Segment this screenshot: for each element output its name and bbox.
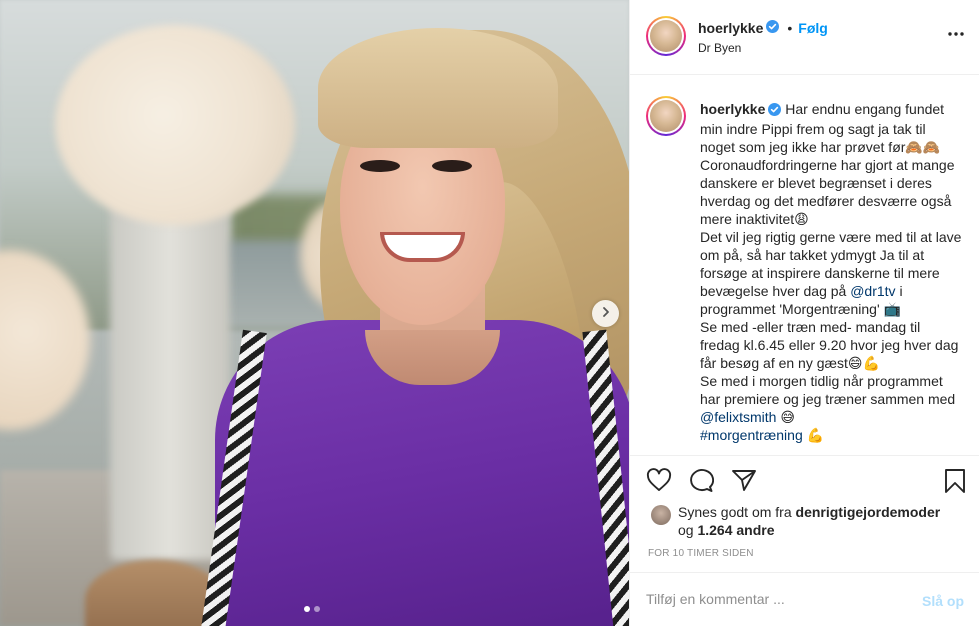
liker-avatar[interactable] <box>651 505 671 525</box>
chevron-right-icon <box>600 305 612 323</box>
username-link[interactable]: hoerlykke <box>698 20 763 36</box>
likes-count[interactable]: 1.264 andre <box>697 522 774 538</box>
post-side-panel: hoerlykke • Følg Dr Byen hoerlykke Har e… <box>629 0 979 626</box>
comment-input[interactable] <box>646 591 906 607</box>
location-link[interactable]: Dr Byen <box>698 41 741 55</box>
bookmark-icon[interactable] <box>944 468 966 499</box>
caption-text: hoerlykke Har endnu engang fundet min in… <box>700 100 962 444</box>
separator-dot: • <box>787 20 793 36</box>
comment-icon[interactable] <box>688 468 715 497</box>
mention-link[interactable]: @dr1tv <box>850 283 895 299</box>
caption-area: hoerlykke Har endnu engang fundet min in… <box>630 76 979 454</box>
header-user-row: hoerlykke • Følg <box>698 20 828 36</box>
verified-icon <box>768 102 782 120</box>
lamp-shape <box>55 25 295 225</box>
heart-icon[interactable] <box>646 468 672 497</box>
caption-body: 😅 <box>780 409 795 425</box>
follow-button[interactable]: Følg <box>798 20 828 36</box>
avatar[interactable] <box>646 16 686 56</box>
action-bar <box>630 455 979 500</box>
verified-icon <box>766 20 780 36</box>
carousel-dots <box>304 606 320 612</box>
caption-body: i programmet 'Morgentræning' 📺 Se med -e… <box>700 283 959 407</box>
likes-summary: Synes godt om fra denrigtigejordemoder o… <box>646 503 976 539</box>
post-comment-button[interactable]: Slå op <box>922 593 964 609</box>
pillar-background <box>110 180 230 560</box>
carousel-dot-active <box>304 606 310 612</box>
more-options-icon[interactable] <box>947 24 965 42</box>
likes-mid: og <box>678 522 698 538</box>
eye-shape <box>360 160 400 172</box>
caption-username[interactable]: hoerlykke <box>700 101 765 117</box>
share-icon[interactable] <box>731 468 757 497</box>
liker-username[interactable]: denrigtigejordemoder <box>796 504 941 520</box>
hashtag-link[interactable]: #morgentræning <box>700 427 803 443</box>
post-image[interactable] <box>0 0 629 626</box>
mention-link[interactable]: @felixtsmith <box>700 409 776 425</box>
post-header: hoerlykke • Følg Dr Byen <box>630 0 979 75</box>
carousel-next-button[interactable] <box>592 300 619 327</box>
caption-body: Har endnu engang fundet min indre Pippi … <box>700 101 962 299</box>
caption-body: 💪 <box>802 427 825 443</box>
post-timestamp[interactable]: FOR 10 TIMER SIDEN <box>648 548 754 559</box>
eye-shape <box>432 160 472 172</box>
comment-bar: Slå op <box>630 572 979 626</box>
hair-top-shape <box>318 28 558 148</box>
carousel-dot <box>314 606 320 612</box>
avatar[interactable] <box>646 96 686 136</box>
likes-prefix: Synes godt om fra <box>678 504 796 520</box>
